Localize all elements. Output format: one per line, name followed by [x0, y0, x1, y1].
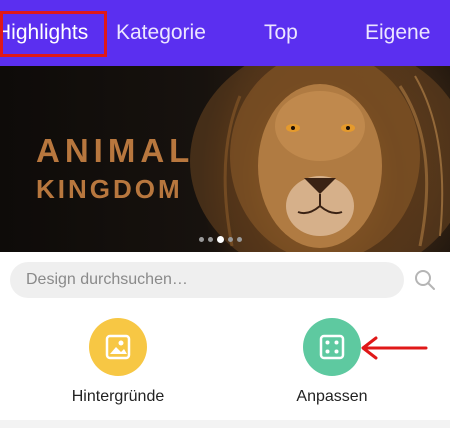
- tab-eigene[interactable]: Eigene: [365, 0, 430, 66]
- category-hintergruende-button[interactable]: Hintergründe: [58, 318, 178, 406]
- banner-title-line1: ANIMAL: [36, 132, 195, 169]
- category-label: Hintergründe: [71, 388, 165, 405]
- pager-dot[interactable]: [237, 236, 242, 242]
- banner-title-line2: KINGDOM: [36, 174, 183, 204]
- category-icon-circle: [303, 318, 361, 376]
- search-input[interactable]: [10, 262, 404, 298]
- tab-top[interactable]: Top: [264, 0, 298, 66]
- dice-icon: [319, 334, 345, 360]
- pager-dot[interactable]: [199, 236, 204, 242]
- annotation-highlight-box: [0, 11, 107, 57]
- search-icon[interactable]: [414, 269, 436, 291]
- pager-dot[interactable]: [208, 236, 213, 242]
- pager-dot[interactable]: [228, 236, 233, 242]
- banner-pager: [199, 234, 242, 244]
- section-divider: [0, 420, 450, 428]
- top-tab-bar: Highlights Kategorie Top Eigene: [0, 0, 450, 66]
- annotation-arrow-icon: [361, 336, 428, 360]
- category-icon-circle: [89, 318, 147, 376]
- image-icon: [105, 334, 131, 360]
- category-label: Anpassen: [296, 388, 368, 405]
- tab-kategorie[interactable]: Kategorie: [116, 0, 206, 66]
- pager-dot-active[interactable]: [217, 235, 224, 243]
- featured-banner[interactable]: ANIMAL KINGDOM: [0, 66, 450, 252]
